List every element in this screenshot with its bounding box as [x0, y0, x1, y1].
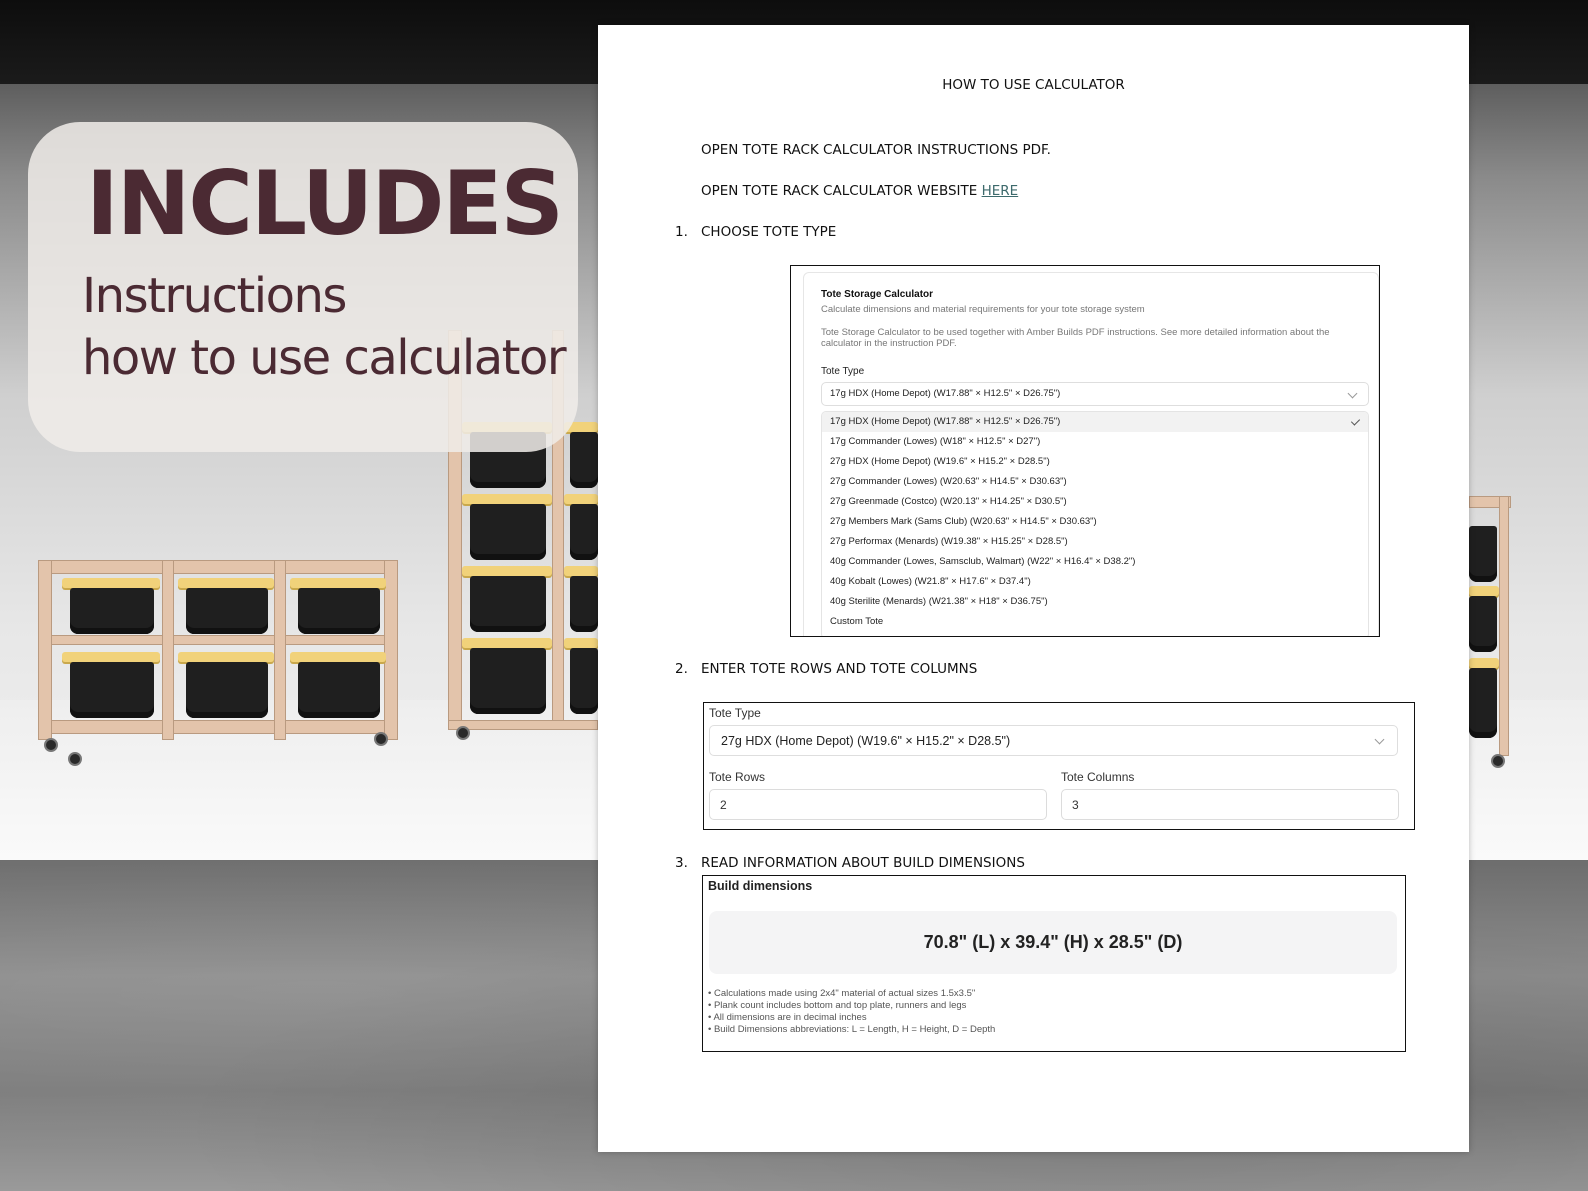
includes-subtitle-line1: Instructions: [82, 268, 347, 324]
tote-option-label: Custom Tote: [830, 616, 884, 627]
tote-option[interactable]: 27g Performax (Menards) (W19.38" × H15.2…: [822, 532, 1368, 552]
tote-rows-label: Tote Rows: [709, 770, 766, 784]
includes-card: INCLUDES Instructions how to use calcula…: [28, 122, 578, 452]
tote-rows-value: 2: [720, 798, 727, 812]
chevron-down-icon: [1374, 734, 1385, 745]
tote-option[interactable]: 17g Commander (Lowes) (W18" × H12.5" × D…: [822, 432, 1368, 452]
includes-subtitle-line2: how to use calculator: [82, 330, 567, 386]
tote-type-label: Tote Type: [709, 706, 761, 720]
tote-option-label: 27g Members Mark (Sams Club) (W20.63" × …: [830, 516, 1097, 527]
tote-type-select-value: 27g HDX (Home Depot) (W19.6" × H15.2" × …: [721, 734, 1011, 748]
check-icon: [1350, 416, 1361, 426]
tote-option-label: 27g Performax (Menards) (W19.38" × H15.2…: [830, 536, 1068, 547]
step-1-number: 1.: [675, 224, 688, 240]
calculator-subtitle: Calculate dimensions and material requir…: [821, 304, 1145, 315]
note-line: • Build Dimensions abbreviations: L = Le…: [708, 1024, 996, 1035]
tote-type-options-list: 17g HDX (Home Depot) (W17.88" × H12.5" ×…: [821, 411, 1369, 636]
step-3-number: 3.: [675, 855, 688, 871]
tote-type-dropdown-screenshot: Tote Storage Calculator Calculate dimens…: [790, 265, 1380, 637]
tote-option[interactable]: 40g Sterilite (Menards) (W21.38" × H18" …: [822, 592, 1368, 612]
tote-option-label: 40g Commander (Lowes, Samsclub, Walmart)…: [830, 556, 1136, 567]
note-line: • Calculations made using 2x4" material …: [708, 988, 976, 999]
tote-type-label: Tote Type: [821, 366, 865, 377]
tote-option-label: 40g Sterilite (Menards) (W21.38" × H18" …: [830, 596, 1048, 607]
tote-columns-input[interactable]: 3: [1061, 789, 1399, 820]
note-line: • All dimensions are in decimal inches: [708, 1012, 867, 1023]
step-2-label: ENTER TOTE ROWS AND TOTE COLUMNS: [701, 661, 978, 677]
tote-option[interactable]: 27g HDX (Home Depot) (W19.6" × H15.2" × …: [822, 452, 1368, 472]
calculator-description-line1: Tote Storage Calculator to be used toget…: [821, 327, 1330, 338]
tote-option-label: 27g Commander (Lowes) (W20.63" × H14.5" …: [830, 476, 1067, 487]
calculator-title: Tote Storage Calculator: [821, 289, 934, 300]
chevron-down-icon: [1347, 388, 1358, 399]
here-link[interactable]: HERE: [982, 183, 1019, 199]
step-3-label: READ INFORMATION ABOUT BUILD DIMENSIONS: [701, 855, 1025, 871]
tote-option-label: 17g Commander (Lowes) (W18" × H12.5" × D…: [830, 436, 1041, 447]
tote-option[interactable]: 27g Members Mark (Sams Club) (W20.63" × …: [822, 512, 1368, 532]
tote-option[interactable]: 27g Greenmade (Costco) (W20.13" × H14.25…: [822, 492, 1368, 512]
includes-heading: INCLUDES: [86, 152, 564, 255]
tote-rack-right-edge: [1469, 496, 1511, 786]
build-dimensions-screenshot: Build dimensions 70.8" (L) x 39.4" (H) x…: [702, 875, 1406, 1052]
tote-option[interactable]: 40g Commander (Lowes, Samsclub, Walmart)…: [822, 552, 1368, 572]
build-dimensions-panel: 70.8" (L) x 39.4" (H) x 28.5" (D): [709, 911, 1397, 974]
note-line: • Plank count includes bottom and top pl…: [708, 1000, 967, 1011]
tote-option[interactable]: 27g Commander (Lowes) (W20.63" × H14.5" …: [822, 472, 1368, 492]
build-dimensions-heading: Build dimensions: [708, 879, 813, 893]
tote-rows-input[interactable]: 2: [709, 789, 1047, 820]
tote-option[interactable]: Custom Tote: [822, 612, 1368, 632]
step-1-label: CHOOSE TOTE TYPE: [701, 224, 837, 240]
page-title: HOW TO USE CALCULATOR: [942, 77, 1125, 93]
build-dimensions-value: 70.8" (L) x 39.4" (H) x 28.5" (D): [923, 932, 1183, 952]
open-website-text: OPEN TOTE RACK CALCULATOR WEBSITE: [701, 183, 982, 199]
open-pdf-line: OPEN TOTE RACK CALCULATOR INSTRUCTIONS P…: [701, 142, 1051, 158]
instruction-page: HOW TO USE CALCULATOR OPEN TOTE RACK CAL…: [598, 25, 1469, 1152]
tote-option-label: 27g Greenmade (Costco) (W20.13" × H14.25…: [830, 496, 1067, 507]
tote-option[interactable]: 40g Kobalt (Lowes) (W21.8" × H17.6" × D3…: [822, 572, 1368, 592]
tote-rack-low: [38, 560, 398, 770]
tote-columns-value: 3: [1072, 798, 1079, 812]
tote-option-label: 40g Kobalt (Lowes) (W21.8" × H17.6" × D3…: [830, 576, 1031, 587]
tote-columns-label: Tote Columns: [1061, 770, 1135, 784]
tote-rows-columns-screenshot: Tote Type 27g HDX (Home Depot) (W19.6" ×…: [703, 702, 1415, 830]
tote-option[interactable]: 17g HDX (Home Depot) (W17.88" × H12.5" ×…: [822, 412, 1368, 432]
step-2-number: 2.: [675, 661, 688, 677]
calculator-description-line2: calculator in the instruction PDF.: [821, 338, 957, 349]
tote-option-label: 27g HDX (Home Depot) (W19.6" × H15.2" × …: [830, 456, 1050, 467]
tote-type-select-value: 17g HDX (Home Depot) (W17.88" × H12.5" ×…: [830, 388, 1061, 399]
tote-type-select[interactable]: 27g HDX (Home Depot) (W19.6" × H15.2" × …: [709, 725, 1398, 756]
tote-type-select[interactable]: 17g HDX (Home Depot) (W17.88" × H12.5" ×…: [821, 382, 1369, 406]
open-website-line: OPEN TOTE RACK CALCULATOR WEBSITE HERE: [701, 183, 1018, 199]
tote-option-label: 17g HDX (Home Depot) (W17.88" × H12.5" ×…: [830, 416, 1061, 427]
